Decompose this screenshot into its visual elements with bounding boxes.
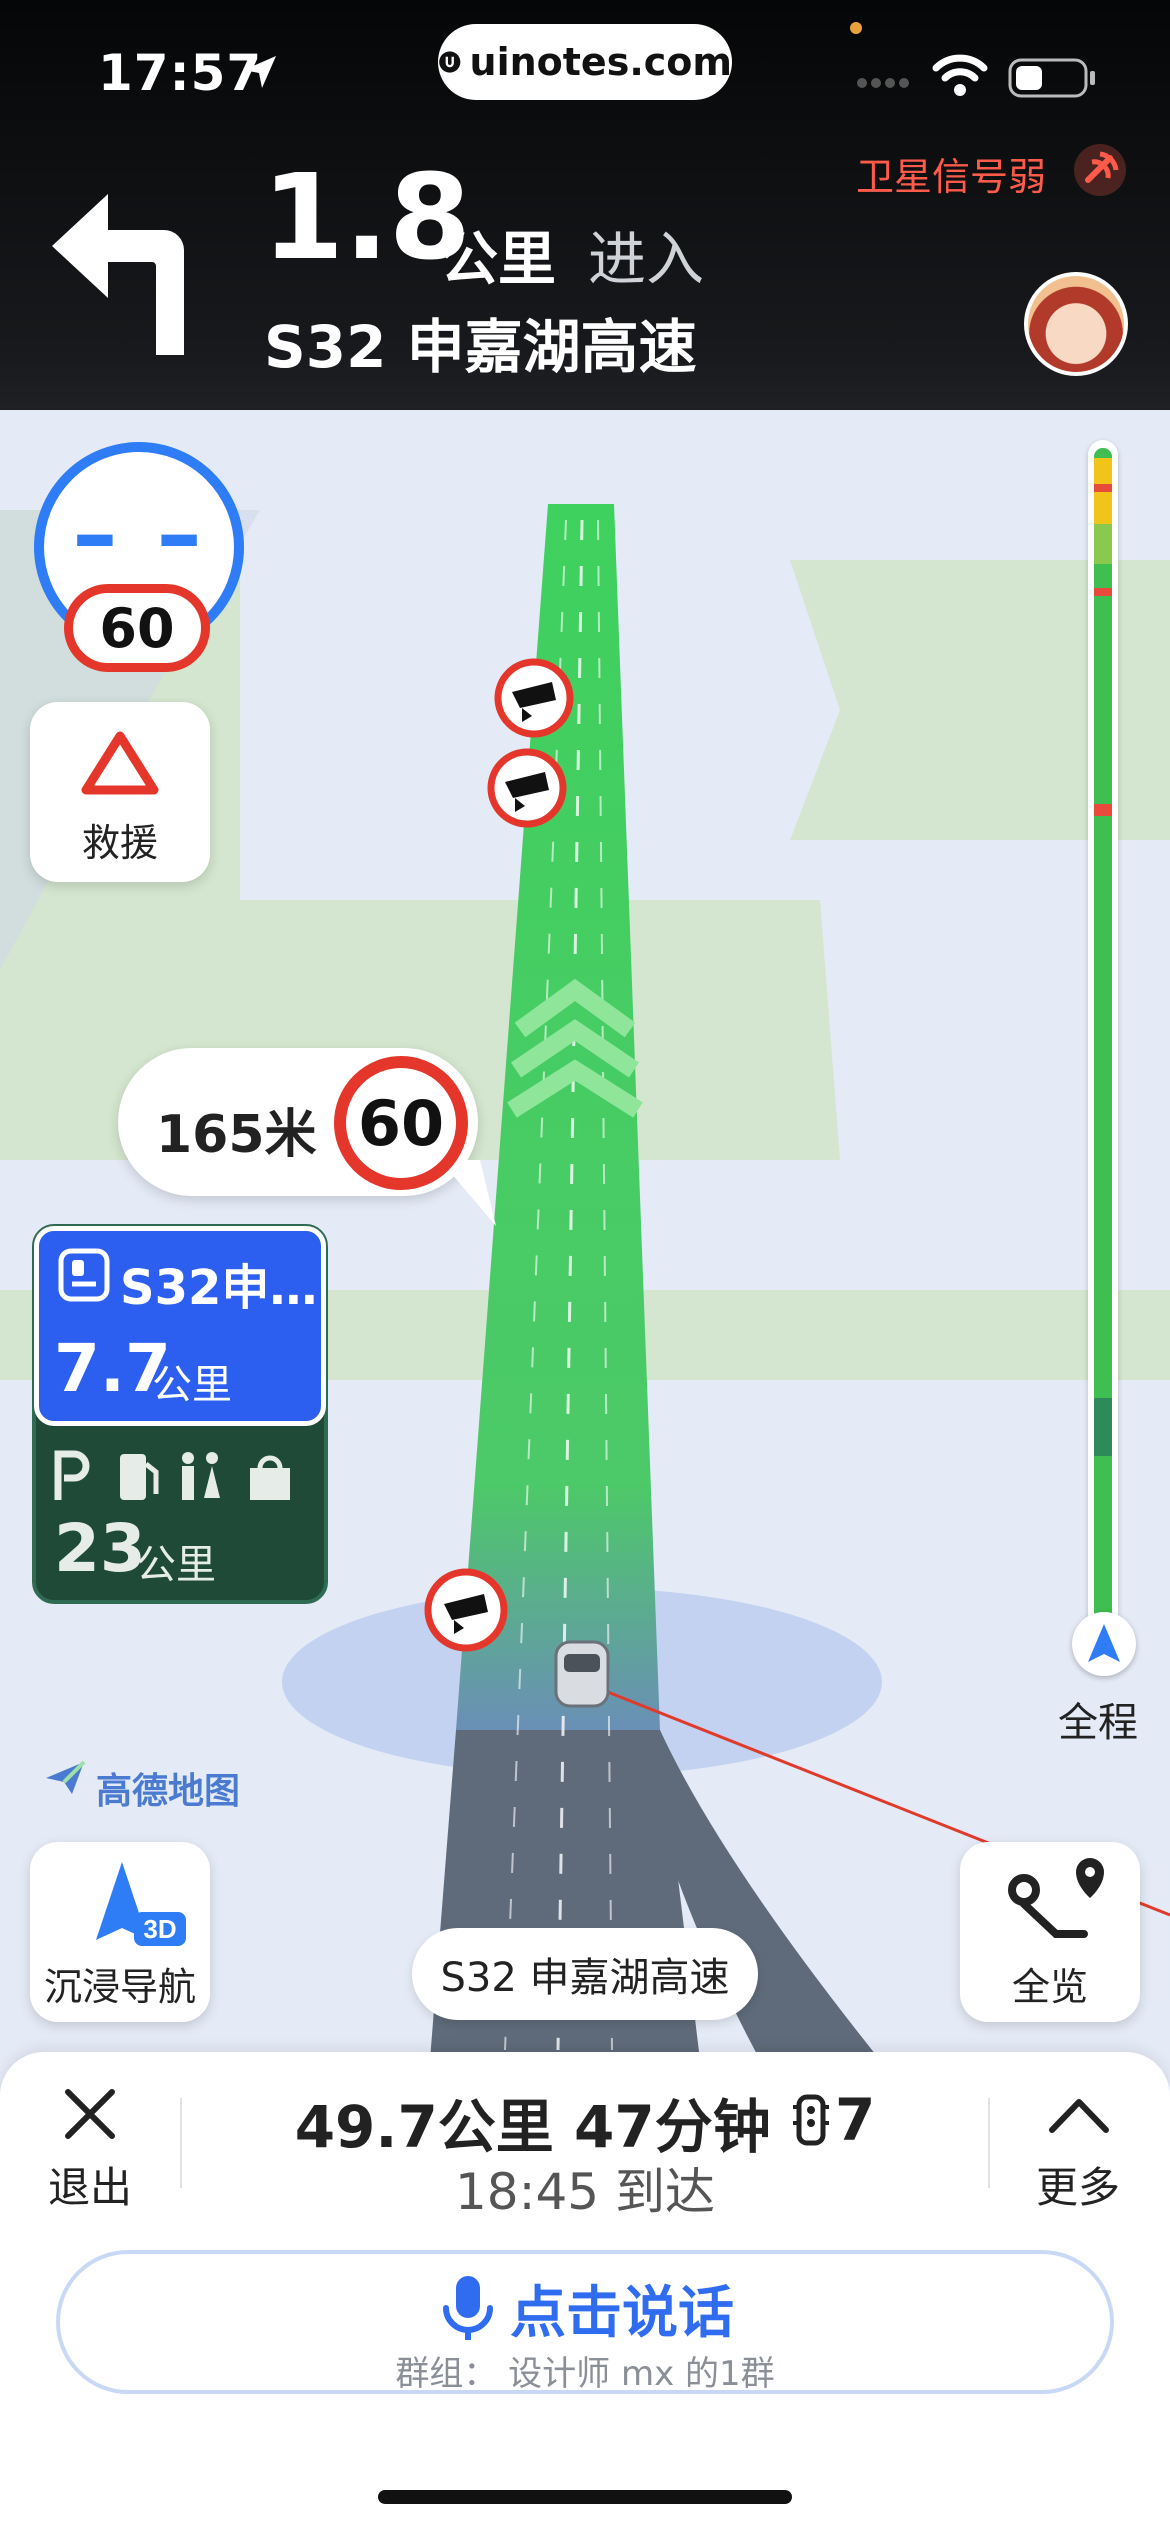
turn-left-icon [52,194,184,355]
exit-distance-unit: 公里 [152,1362,232,1408]
microphone-icon [443,2276,493,2340]
site-logo-icon [439,51,461,73]
camera-distance: 165米 [156,1105,317,1165]
immersive-3d-icon: 3D [96,1862,186,1946]
gps-signal-warning: 卫星信号弱 [856,155,1047,199]
bubble-pointer [440,1160,496,1226]
battery-icon [1008,58,1095,98]
voice-group-name: 群组： 设计师 mx 的1群 [395,2354,775,2394]
divider [988,2098,990,2188]
traffic-light-icon [792,2094,829,2146]
traffic-light-count: 7 [791,2086,875,2154]
current-speed-value: – – [72,482,206,587]
route-progress-position [1072,1612,1136,1676]
exit-road-name: S32申… [120,1260,318,1316]
next-turn-unit: 公里 [440,225,557,293]
route-traffic-bar [1094,448,1112,1648]
rescue-label: 救援 [81,821,158,865]
satellite-signal-icon [1074,144,1126,196]
url-text: uinotes.com [469,40,732,84]
remaining-distance: 49.7公里 [294,2093,554,2161]
service-area-icons [54,1450,290,1500]
route-progress-label: 全程 [1058,1700,1138,1746]
immersive-navigation-label: 沉浸导航 [43,1965,196,2009]
divider [180,2098,182,2188]
warning-triangle-icon [81,731,159,795]
remaining-time: 47分钟 [574,2093,771,2161]
service-area-distance: 23 [54,1510,146,1587]
speed-camera-icon[interactable] [494,658,574,738]
route-overview-icon [1008,1858,1104,1938]
speed-camera-icon[interactable] [424,1568,508,1652]
current-road-chip: S32 申嘉湖高速 [412,1928,758,2020]
arrival-time: 18:45 到达 [455,2163,715,2221]
close-icon[interactable] [58,2082,122,2146]
user-avatar[interactable] [1024,272,1128,376]
next-road-name: S32 申嘉湖高速 [264,313,697,381]
parking-icon [54,1450,90,1500]
url-pill[interactable]: uinotes.com [438,24,732,100]
amap-brand-text: 高德地图 [96,1771,241,1812]
camera-speed-limit: 60 [334,1056,468,1190]
road-exit-icon [58,1248,110,1302]
location-arrow-icon [244,56,276,88]
speed-camera-icon[interactable] [487,748,567,828]
chevron-up-icon[interactable] [1044,2090,1114,2138]
shop-icon [250,1455,290,1500]
status-time: 17:57 [98,44,263,102]
more-button[interactable]: 更多 [1018,2154,1138,2215]
fuel-icon [120,1454,159,1500]
privacy-indicator-dot [850,22,862,34]
home-indicator[interactable] [378,2490,792,2504]
next-turn-action: 进入 [588,225,705,293]
navigation-arrow-icon [1088,1624,1120,1662]
svg-text:3D: 3D [143,1914,176,1944]
speed-limit-badge: 60 [64,584,210,672]
route-overview-label: 全览 [1011,1965,1088,2009]
voice-talk-label: 点击说话 [510,2281,734,2346]
amap-logo-icon [46,1760,86,1794]
service-area-unit: 公里 [136,1542,216,1588]
exit-navigation-button[interactable]: 退出 [30,2154,150,2215]
cellular-signal-icon [857,78,909,88]
wifi-icon [932,54,988,96]
restroom-icon [182,1452,220,1500]
